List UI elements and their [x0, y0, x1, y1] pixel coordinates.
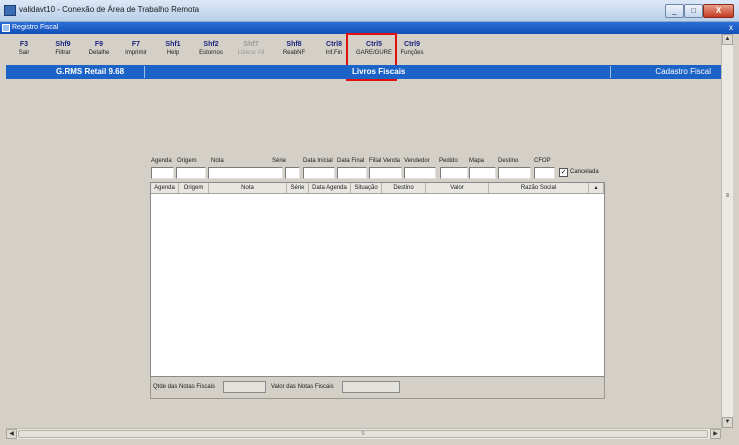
filter-input-cfop[interactable] [534, 167, 555, 179]
filter-label: Nota [211, 158, 224, 164]
toolbar-action-label: Filtrar [55, 50, 71, 56]
filter-input-mapa[interactable] [469, 167, 496, 179]
toolbar-button-1[interactable]: Shf9 Filtrar [44, 40, 82, 58]
toolbar-key-label: Shf2 [203, 41, 219, 48]
scroll-grip-icon[interactable]: ≡ [722, 192, 733, 203]
grid-column-header[interactable]: Razão Social [489, 183, 589, 193]
vertical-scrollbar[interactable]: ▲ ≡ ▼ [721, 34, 733, 428]
filter-label: Vendedor [404, 158, 430, 164]
minimize-button[interactable]: _ [665, 4, 684, 18]
grid-column-header[interactable]: Data Agenda [309, 183, 351, 193]
filter-input-data-inicial[interactable] [303, 167, 335, 179]
scroll-right-icon[interactable]: ▶ [710, 429, 721, 439]
filter-label: Pedido [439, 158, 458, 164]
toolbar-action-label: Imprimir [125, 50, 147, 56]
filter-label: Agenda [151, 158, 172, 164]
scroll-thumb[interactable]: ≡ [18, 430, 708, 438]
grid-column-header[interactable]: Valor [426, 183, 489, 193]
filter-label: Data Inicial [303, 158, 333, 164]
maximize-button[interactable]: □ [684, 4, 703, 18]
filter-input-filial-venda[interactable] [369, 167, 402, 179]
valor-field [342, 381, 400, 393]
filter-input-s-rie[interactable] [285, 167, 300, 179]
app-title: Registro Fiscal [12, 24, 59, 31]
cancelada-label: Cancelada [570, 169, 599, 175]
grid-column-header[interactable]: Série [287, 183, 309, 193]
toolbar-button-10[interactable]: Ctrl9 Funções [393, 40, 431, 58]
cancelada-checkbox[interactable]: ✓ [559, 168, 568, 177]
app-close-icon[interactable]: x [729, 22, 733, 34]
toolbar-button-2[interactable]: F9 Detalhe [80, 40, 118, 58]
toolbar-action-label: Detalhe [88, 50, 110, 56]
toolbar-button-6[interactable]: Shf7 Liberar All [232, 40, 270, 58]
filter-panel: Agenda Origem Nota Série Data Inicial Data Fi… [149, 155, 605, 185]
toolbar-button-0[interactable]: F3 Sair [5, 40, 43, 58]
filter-label: Data Final [337, 158, 365, 164]
filter-label: Mapa [469, 158, 485, 164]
toolbar-button-3[interactable]: F7 Imprimir [117, 40, 155, 58]
filter-input-destino[interactable] [498, 167, 531, 179]
status-bar: G.RMS Retail 9.68 Livros Fiscais Cadastr… [6, 65, 721, 79]
filter-input-vendedor[interactable] [404, 167, 436, 179]
toolbar-key-label: Shf8 [286, 41, 302, 48]
grid-header: Agenda Origem Nota Série Data Agenda Situação… [151, 183, 604, 194]
qtde-label: Qtde das Notas Fiscais [153, 384, 216, 390]
close-button[interactable]: X [703, 4, 734, 18]
filter-input-data-final[interactable] [337, 167, 367, 179]
grid-column-header[interactable]: Destino [382, 183, 426, 193]
scroll-left-icon[interactable]: ◀ [6, 429, 17, 439]
filter-input-agenda[interactable] [151, 167, 174, 179]
remote-desktop-window: validavt10 - Conexão de Área de Trabalho… [0, 0, 739, 445]
app-icon [2, 24, 10, 32]
filter-input-pedido[interactable] [440, 167, 468, 179]
toolbar-action-label: ReabNF [282, 50, 306, 56]
scroll-down-icon[interactable]: ▼ [722, 417, 733, 428]
grid-column-header[interactable]: ▴ [589, 183, 604, 193]
notas-grid[interactable]: Agenda Origem Nota Série Data Agenda Situação… [150, 182, 605, 377]
toolbar-button-7[interactable]: Shf8 ReabNF [275, 40, 313, 58]
grid-column-header[interactable]: Nota [209, 183, 287, 193]
toolbar-action-label: Help [166, 50, 180, 56]
toolbar-key-label: Ctrl9 [404, 41, 420, 48]
filter-label: Filial Venda [369, 158, 401, 164]
toolbar-button-4[interactable]: Shf1 Help [154, 40, 192, 58]
toolbar-key-label: F9 [94, 41, 104, 48]
filter-input-nota[interactable] [208, 167, 283, 179]
grid-column-header[interactable]: Situação [351, 183, 382, 193]
toolbar-key-label: Shf9 [55, 41, 71, 48]
status-divider [144, 66, 145, 78]
toolbar-key-label: F3 [19, 41, 29, 48]
status-screen: Cadastro Fiscal [655, 67, 711, 76]
grid-column-header[interactable]: Agenda [151, 183, 179, 193]
qtde-field [223, 381, 266, 393]
toolbar-action-label: Estornos [199, 50, 223, 56]
scroll-up-icon[interactable]: ▲ [722, 34, 733, 45]
filter-label: Destino [498, 158, 519, 164]
window-title: validavt10 - Conexão de Área de Trabalho… [19, 5, 200, 14]
status-divider [610, 66, 611, 78]
filter-label: Série [272, 158, 287, 164]
grid-footer: Qtde das Notas Fiscais Valor das Notas F… [150, 377, 605, 399]
filter-label: CFOP [534, 158, 551, 164]
filter-label: Origem [177, 158, 197, 164]
toolbar-key-label: Shf7 [243, 41, 259, 48]
grid-column-header[interactable]: Origem [179, 183, 209, 193]
valor-label: Valor das Notas Fiscais [271, 384, 334, 390]
remote-desktop-icon [4, 5, 16, 16]
toolbar-action-label: Funções [400, 50, 424, 56]
toolbar-action-label: Liberar All [237, 50, 265, 56]
status-version: G.RMS Retail 9.68 [56, 67, 125, 76]
window-titlebar[interactable]: validavt10 - Conexão de Área de Trabalho… [0, 0, 739, 22]
toolbar-key-label: F7 [131, 41, 141, 48]
filter-input-origem[interactable] [176, 167, 206, 179]
status-module: Livros Fiscais [352, 67, 406, 76]
toolbar-action-label: Sair [18, 50, 30, 56]
toolbar-button-5[interactable]: Shf2 Estornos [192, 40, 230, 58]
toolbar-key-label: Shf1 [165, 41, 181, 48]
horizontal-scrollbar[interactable]: ◀ ≡ ▶ [6, 428, 721, 439]
